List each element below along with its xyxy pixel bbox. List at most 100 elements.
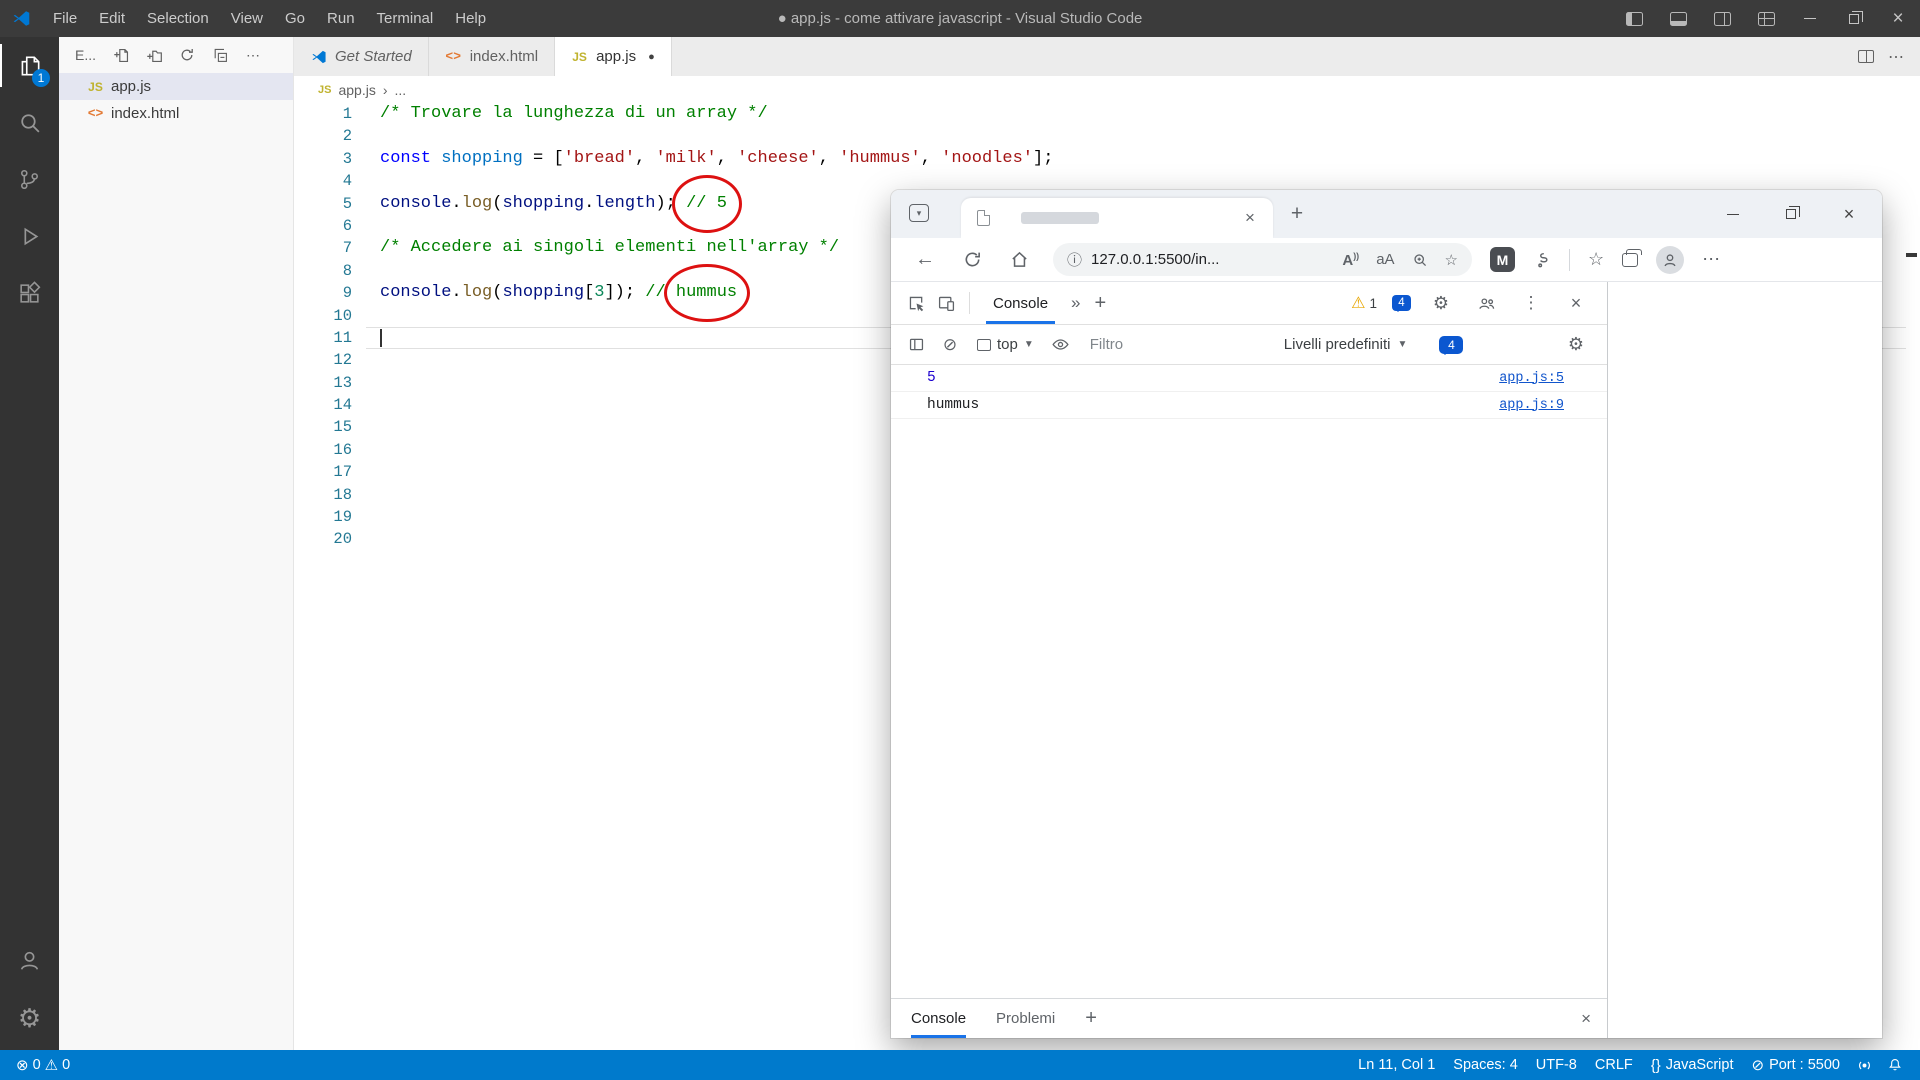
devtools-settings-icon[interactable]: ⚙ xyxy=(1426,288,1456,318)
breadcrumb-file[interactable]: app.js xyxy=(338,82,375,98)
status-spaces-4[interactable]: Spaces: 4 xyxy=(1444,1057,1527,1073)
line-number[interactable]: 20 xyxy=(294,528,352,550)
menu-selection[interactable]: Selection xyxy=(136,0,220,37)
menu-go[interactable]: Go xyxy=(274,0,316,37)
breadcrumb-more[interactable]: ... xyxy=(395,82,407,98)
issues-counter[interactable]: 4 xyxy=(1392,295,1411,311)
close-button[interactable]: × xyxy=(1876,0,1920,37)
minimize-button[interactable] xyxy=(1788,0,1832,37)
devtools-close-icon[interactable]: × xyxy=(1561,288,1591,318)
tab-actions-icon[interactable]: ▾ xyxy=(909,204,929,222)
line-number[interactable]: 1 xyxy=(294,103,352,125)
page-content[interactable] xyxy=(1609,282,1882,1038)
drawer-add-icon[interactable]: + xyxy=(1085,1007,1097,1030)
new-tab-icon[interactable]: + xyxy=(1283,200,1311,228)
devtools-tab-console[interactable]: Console xyxy=(978,282,1063,324)
zoom-icon[interactable] xyxy=(1412,252,1428,268)
favorites-bar-icon[interactable]: ☆ xyxy=(1588,249,1604,270)
line-number[interactable]: 8 xyxy=(294,260,352,282)
browser-close-button[interactable]: × xyxy=(1820,190,1878,238)
settings-gear-icon[interactable]: ⚙ xyxy=(0,989,59,1046)
line-number[interactable]: 10 xyxy=(294,305,352,327)
menu-edit[interactable]: Edit xyxy=(88,0,136,37)
console-empty-area[interactable] xyxy=(891,419,1607,998)
browser-maximize-button[interactable] xyxy=(1762,190,1820,238)
inspect-element-icon[interactable] xyxy=(901,288,931,318)
line-number[interactable]: 2 xyxy=(294,125,352,147)
console-sidebar-icon[interactable] xyxy=(901,330,931,360)
browser-menu-icon[interactable]: ⋯ xyxy=(1702,249,1720,270)
console-filter-input[interactable] xyxy=(1090,336,1242,353)
reload-icon[interactable] xyxy=(952,243,992,277)
file-item-index.html[interactable]: <>index.html xyxy=(59,100,293,127)
live-expression-eye-icon[interactable] xyxy=(1046,330,1076,360)
explorer-icon[interactable]: 1 xyxy=(0,37,59,94)
add-tab-icon[interactable]: + xyxy=(1089,292,1113,315)
tab-index.html[interactable]: <>index.html xyxy=(429,37,555,76)
code-line-2[interactable]: 2 xyxy=(294,125,1920,147)
line-number[interactable]: 14 xyxy=(294,394,352,416)
line-number[interactable]: 9 xyxy=(294,282,352,304)
notifications-bell-icon[interactable] xyxy=(1880,1057,1910,1073)
search-icon[interactable] xyxy=(0,94,59,151)
context-selector[interactable]: top ▼ xyxy=(969,336,1042,353)
site-info-icon[interactable]: ⓘ xyxy=(1067,249,1082,270)
file-item-app.js[interactable]: JSapp.js xyxy=(59,73,293,100)
translate-icon[interactable]: aA xyxy=(1376,251,1394,268)
menu-terminal[interactable]: Terminal xyxy=(366,0,445,37)
run-debug-icon[interactable] xyxy=(0,208,59,265)
line-number[interactable]: 5 xyxy=(294,193,352,215)
status-crlf[interactable]: CRLF xyxy=(1586,1057,1642,1073)
status-port-5500[interactable]: ⊘Port : 5500 xyxy=(1742,1057,1849,1073)
log-levels-dropdown[interactable]: Livelli predefiniti ▼ xyxy=(1284,336,1408,353)
url-text[interactable]: 127.0.0.1:5500/in... xyxy=(1091,251,1219,268)
toggle-secondary-sidebar-icon[interactable] xyxy=(1700,0,1744,37)
live-server-broadcast-icon[interactable] xyxy=(1849,1057,1880,1074)
more-tabs-icon[interactable]: » xyxy=(1063,293,1088,313)
line-number[interactable]: 7 xyxy=(294,237,352,259)
refresh-icon[interactable] xyxy=(177,45,197,65)
home-icon[interactable] xyxy=(999,243,1039,277)
line-number[interactable]: 4 xyxy=(294,170,352,192)
line-number[interactable]: 12 xyxy=(294,349,352,371)
console-settings-icon[interactable]: ⚙ xyxy=(1561,330,1591,360)
new-file-icon[interactable] xyxy=(111,45,131,65)
people-icon[interactable] xyxy=(1471,288,1501,318)
split-editor-icon[interactable] xyxy=(1858,50,1874,63)
line-number[interactable]: 13 xyxy=(294,372,352,394)
editor-more-actions-icon[interactable]: ⋯ xyxy=(1888,47,1904,67)
collapse-all-icon[interactable] xyxy=(210,45,230,65)
menu-help[interactable]: Help xyxy=(444,0,497,37)
address-field[interactable]: ⓘ 127.0.0.1:5500/in... A)) aA ☆ xyxy=(1053,243,1472,276)
tab-get-started[interactable]: Get Started xyxy=(294,37,429,76)
line-number[interactable]: 16 xyxy=(294,439,352,461)
drawer-close-icon[interactable]: × xyxy=(1581,1009,1591,1029)
back-icon[interactable]: ← xyxy=(905,243,945,277)
toggle-panel-icon[interactable] xyxy=(1656,0,1700,37)
customize-layout-icon[interactable] xyxy=(1744,0,1788,37)
m-extension-icon[interactable]: M xyxy=(1490,247,1515,272)
source-control-icon[interactable] xyxy=(0,151,59,208)
console-source-link[interactable]: app.js:5 xyxy=(1499,371,1564,386)
messages-count-badge[interactable]: 4 xyxy=(1439,336,1463,354)
collections-icon[interactable] xyxy=(1622,253,1638,267)
profile-avatar[interactable] xyxy=(1656,246,1684,274)
line-number[interactable]: 17 xyxy=(294,461,352,483)
status-utf-8[interactable]: UTF-8 xyxy=(1527,1057,1586,1073)
line-number[interactable]: 3 xyxy=(294,148,352,170)
drawer-tab-console[interactable]: Console xyxy=(911,999,966,1038)
problems-indicator[interactable]: ⊗ 0 ⚠ 0 xyxy=(10,1057,76,1073)
code-line-3[interactable]: 3const shopping = ['bread', 'milk', 'che… xyxy=(294,148,1920,170)
toggle-primary-sidebar-icon[interactable] xyxy=(1612,0,1656,37)
status-javascript[interactable]: {}JavaScript xyxy=(1642,1057,1743,1073)
account-icon[interactable] xyxy=(0,932,59,989)
status-ln-11-col-1[interactable]: Ln 11, Col 1 xyxy=(1349,1057,1444,1073)
favorite-star-icon[interactable]: ☆ xyxy=(1445,251,1458,269)
line-number[interactable]: 15 xyxy=(294,416,352,438)
code-line-1[interactable]: 1/* Trovare la lunghezza di un array */ xyxy=(294,103,1920,125)
extensions-icon[interactable] xyxy=(0,265,59,322)
extension-icon[interactable] xyxy=(1533,251,1551,269)
new-folder-icon[interactable] xyxy=(144,45,164,65)
device-toolbar-icon[interactable] xyxy=(931,288,961,318)
devtools-menu-icon[interactable]: ⋮ xyxy=(1516,288,1546,318)
